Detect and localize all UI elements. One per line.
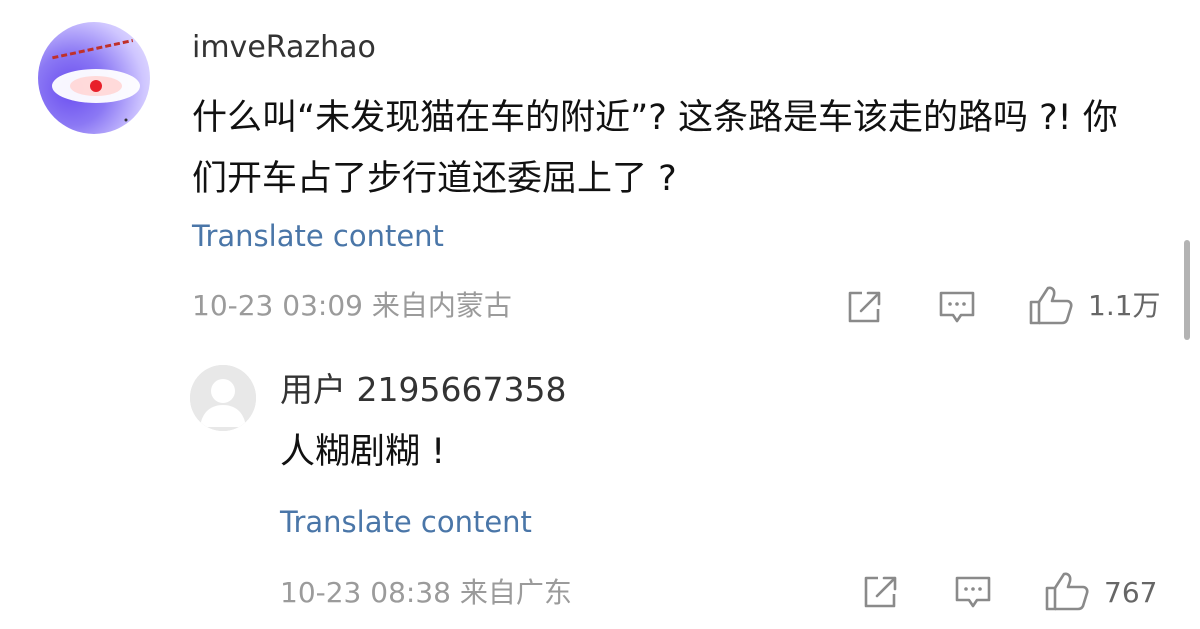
like-count: 1.1万 xyxy=(1088,289,1161,322)
like-count: 767 xyxy=(1104,576,1158,609)
eye-avatar-image xyxy=(52,39,140,122)
comment-icon[interactable] xyxy=(938,290,976,326)
share-icon[interactable] xyxy=(846,290,882,324)
scrollbar[interactable] xyxy=(1184,240,1190,340)
default-user-icon xyxy=(190,365,256,431)
avatar[interactable] xyxy=(190,365,256,431)
comment-text: 什么叫“未发现猫在车的附近”? 这条路是车该走的路吗 ?! 你们开车占了步行道还… xyxy=(192,98,1118,199)
reply-username[interactable]: 用户 2195667358 xyxy=(280,368,566,412)
thumbs-up-icon[interactable] xyxy=(1028,284,1074,326)
reply-text: 人糊剧糊 ! xyxy=(280,432,446,472)
avatar[interactable] xyxy=(38,22,150,134)
username[interactable]: imveRazhao xyxy=(192,28,376,68)
translate-content-link[interactable]: Translate content xyxy=(192,216,444,256)
translate-content-link[interactable]: Translate content xyxy=(280,502,532,542)
thumbs-up-icon[interactable] xyxy=(1044,570,1090,612)
comment-icon[interactable] xyxy=(954,575,992,611)
reply-meta: 10-23 08:38 来自广东 xyxy=(280,576,572,609)
share-icon[interactable] xyxy=(862,575,898,609)
comment-meta: 10-23 03:09 来自内蒙古 xyxy=(192,289,512,322)
